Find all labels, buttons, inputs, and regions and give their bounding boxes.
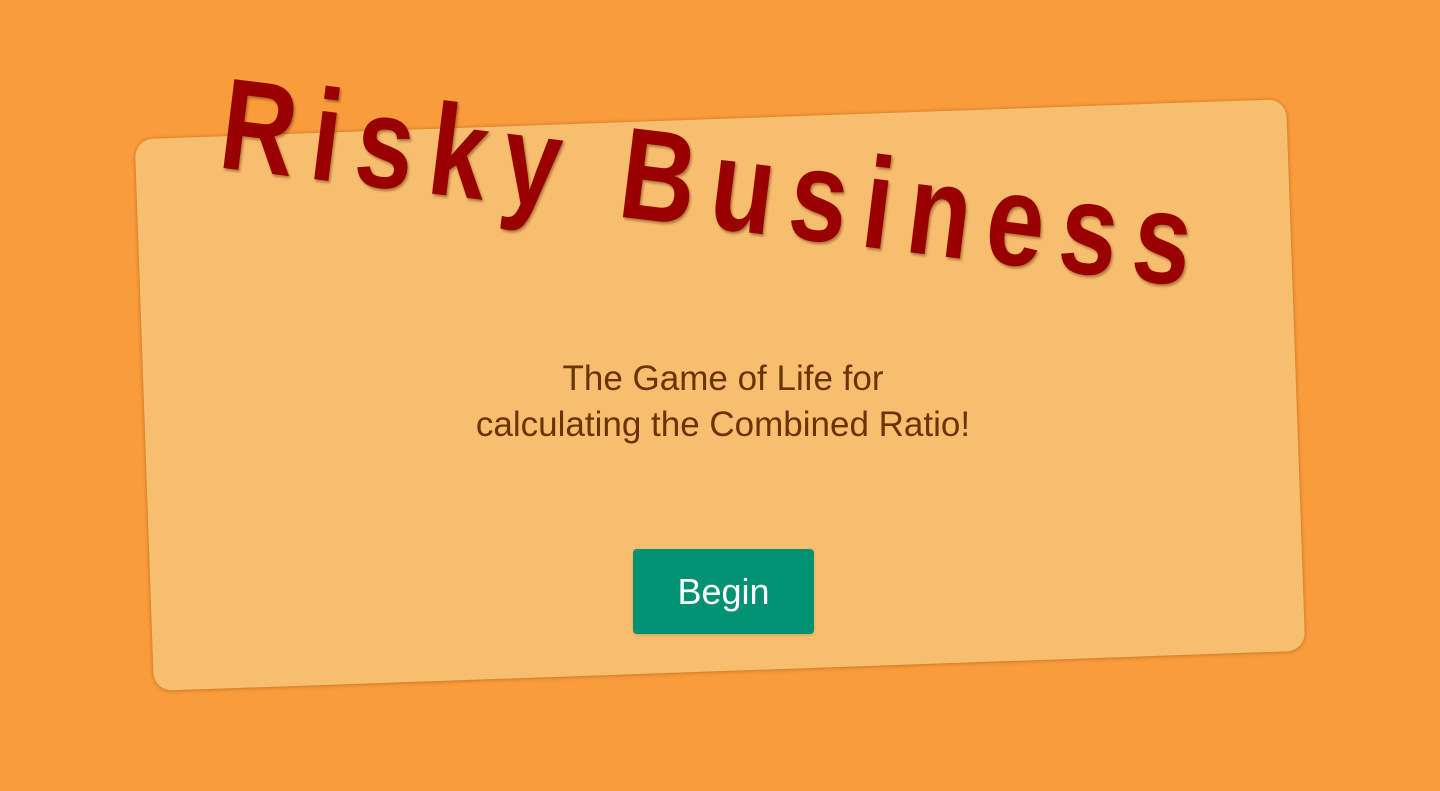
game-subtitle: The Game of Life for calculating the Com…	[360, 356, 1086, 448]
subtitle-line-2: calculating the Combined Ratio!	[475, 405, 971, 444]
subtitle-line-1: The Game of Life for	[562, 359, 884, 398]
begin-button[interactable]: Begin	[633, 549, 814, 634]
